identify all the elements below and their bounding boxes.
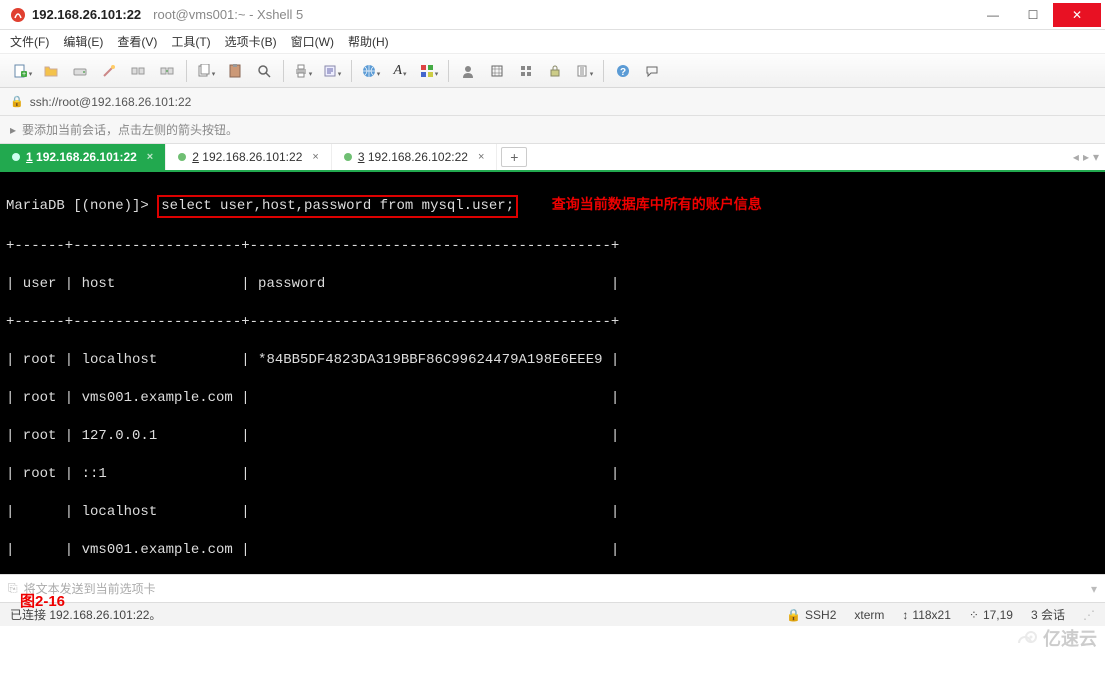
maximize-button[interactable]: ☐ (1013, 3, 1053, 27)
watermark-text: 亿速云 (1043, 625, 1097, 651)
tab-close-icon[interactable]: × (147, 151, 153, 163)
menu-file[interactable]: 文件(F) (10, 33, 49, 50)
tab-label: 192.168.26.101:22 (36, 150, 137, 164)
app-icon (10, 7, 26, 23)
menu-edit[interactable]: 编辑(E) (63, 33, 103, 50)
lock-icon: 🔒 (786, 608, 801, 622)
tab-close-icon[interactable]: × (478, 151, 484, 163)
status-bar: 已连接 192.168.26.101:22。 🔒SSH2 xterm ↕ 118… (0, 602, 1105, 626)
paste-button[interactable] (221, 58, 249, 84)
tab-menu-icon[interactable]: ▾ (1093, 150, 1099, 164)
window-controls: — ☐ ✕ (973, 3, 1101, 27)
table-row: | | localhost | | (6, 503, 1099, 522)
disconnect-button[interactable] (124, 58, 152, 84)
table-row: | root | 127.0.0.1 | | (6, 427, 1099, 446)
copy-button[interactable] (192, 58, 220, 84)
tab-nav: ◂ ▸ ▾ (1073, 144, 1105, 170)
status-dot-icon (178, 153, 186, 161)
chat-button[interactable] (638, 58, 666, 84)
svg-text:+: + (22, 71, 26, 78)
fullscreen-button[interactable] (483, 58, 511, 84)
lock-button[interactable] (541, 58, 569, 84)
watermark: 亿速云 (1011, 625, 1097, 651)
tab-number: 2 (192, 150, 199, 164)
scroll-button[interactable] (570, 58, 598, 84)
status-grip: ⋰ (1083, 608, 1095, 622)
user-button[interactable] (454, 58, 482, 84)
help-button[interactable]: ? (609, 58, 637, 84)
sql-command-1: select user,host,password from mysql.use… (157, 195, 518, 218)
status-dot-icon (344, 153, 352, 161)
hint-text: 要添加当前会话，点击左侧的箭头按钮。 (22, 121, 238, 138)
tab-label: 192.168.26.102:22 (368, 150, 468, 164)
hint-add-icon[interactable]: ▸ (10, 123, 16, 137)
menu-help[interactable]: 帮助(H) (348, 33, 389, 50)
table-row: | | vms001.example.com | | (6, 541, 1099, 560)
terminal[interactable]: MariaDB [(none)]> select user,host,passw… (0, 172, 1105, 574)
menu-tabs[interactable]: 选项卡(B) (225, 33, 277, 50)
send-menu-icon[interactable]: ▾ (1091, 582, 1097, 596)
annotation-1: 查询当前数据库中所有的账户信息 (552, 198, 762, 214)
table-header: | user | host | password | (6, 275, 1099, 294)
table-divider: +------+--------------------+-----------… (6, 237, 1099, 256)
table-divider: +------+--------------------+-----------… (6, 313, 1099, 332)
tab-number: 3 (358, 150, 365, 164)
folder-button[interactable] (37, 58, 65, 84)
address-bar: 🔒 ssh://root@192.168.26.101:22 (0, 88, 1105, 116)
send-bar: ⎘ 将文本发送到当前选项卡 ▾ (0, 574, 1105, 602)
send-input[interactable]: 将文本发送到当前选项卡 (24, 580, 1091, 597)
table-row: | root | vms001.example.com | | (6, 389, 1099, 408)
wand-button[interactable] (95, 58, 123, 84)
session-tab-1[interactable]: 1 192.168.26.101:22 × (0, 144, 166, 170)
drive-button[interactable] (66, 58, 94, 84)
palette-button[interactable] (415, 58, 443, 84)
search-button[interactable] (250, 58, 278, 84)
address-url[interactable]: ssh://root@192.168.26.101:22 (30, 95, 192, 109)
send-history-icon[interactable]: ⎘ (8, 581, 18, 596)
tab-number: 1 (26, 150, 33, 164)
toolbar: + A ? (0, 54, 1105, 88)
figure-label: 图2-16 (20, 590, 65, 611)
table-row: | root | ::1 | | (6, 465, 1099, 484)
tab-next-icon[interactable]: ▸ (1083, 150, 1089, 164)
prompt: MariaDB [(none)]> (6, 198, 149, 214)
svg-text:?: ? (620, 67, 626, 78)
menu-window[interactable]: 窗口(W) (291, 33, 334, 50)
window-title-sub: root@vms001:~ - Xshell 5 (153, 7, 303, 22)
status-size: ↕ 118x21 (902, 608, 950, 622)
status-proto: 🔒SSH2 (786, 608, 836, 622)
session-tab-3[interactable]: 3 192.168.26.102:22 × (332, 144, 498, 170)
address-lock-icon: 🔒 (10, 95, 24, 108)
status-term: xterm (854, 608, 884, 622)
tab-strip: 1 192.168.26.101:22 × 2 192.168.26.101:2… (0, 144, 1105, 172)
menu-view[interactable]: 查看(V) (117, 33, 157, 50)
tab-prev-icon[interactable]: ◂ (1073, 150, 1079, 164)
window-title-main: 192.168.26.101:22 (32, 7, 141, 22)
tab-add-button[interactable]: + (501, 147, 527, 167)
globe-button[interactable] (357, 58, 385, 84)
status-dot-icon (12, 153, 20, 161)
status-connected: 已连接 192.168.26.101:22。 (10, 606, 768, 623)
status-sessions: 3 会话 (1031, 606, 1065, 623)
properties-button[interactable] (318, 58, 346, 84)
font-button[interactable]: A (386, 58, 414, 84)
grid-button[interactable] (512, 58, 540, 84)
tab-label: 192.168.26.101:22 (202, 150, 302, 164)
tab-close-icon[interactable]: × (312, 151, 318, 163)
close-button[interactable]: ✕ (1053, 3, 1101, 27)
menu-bar: 文件(F) 编辑(E) 查看(V) 工具(T) 选项卡(B) 窗口(W) 帮助(… (0, 30, 1105, 54)
minimize-button[interactable]: — (973, 3, 1013, 27)
status-cursor: ⁘ 17,19 (969, 608, 1013, 622)
print-button[interactable] (289, 58, 317, 84)
menu-tools[interactable]: 工具(T) (171, 33, 210, 50)
new-file-button[interactable]: + (8, 58, 36, 84)
hint-bar: ▸ 要添加当前会话，点击左侧的箭头按钮。 (0, 116, 1105, 144)
table-row: | root | localhost | *84BB5DF4823DA319BB… (6, 351, 1099, 370)
session-tab-2[interactable]: 2 192.168.26.101:22 × (166, 144, 332, 170)
title-bar: 192.168.26.101:22 root@vms001:~ - Xshell… (0, 0, 1105, 30)
reconnect-button[interactable] (153, 58, 181, 84)
